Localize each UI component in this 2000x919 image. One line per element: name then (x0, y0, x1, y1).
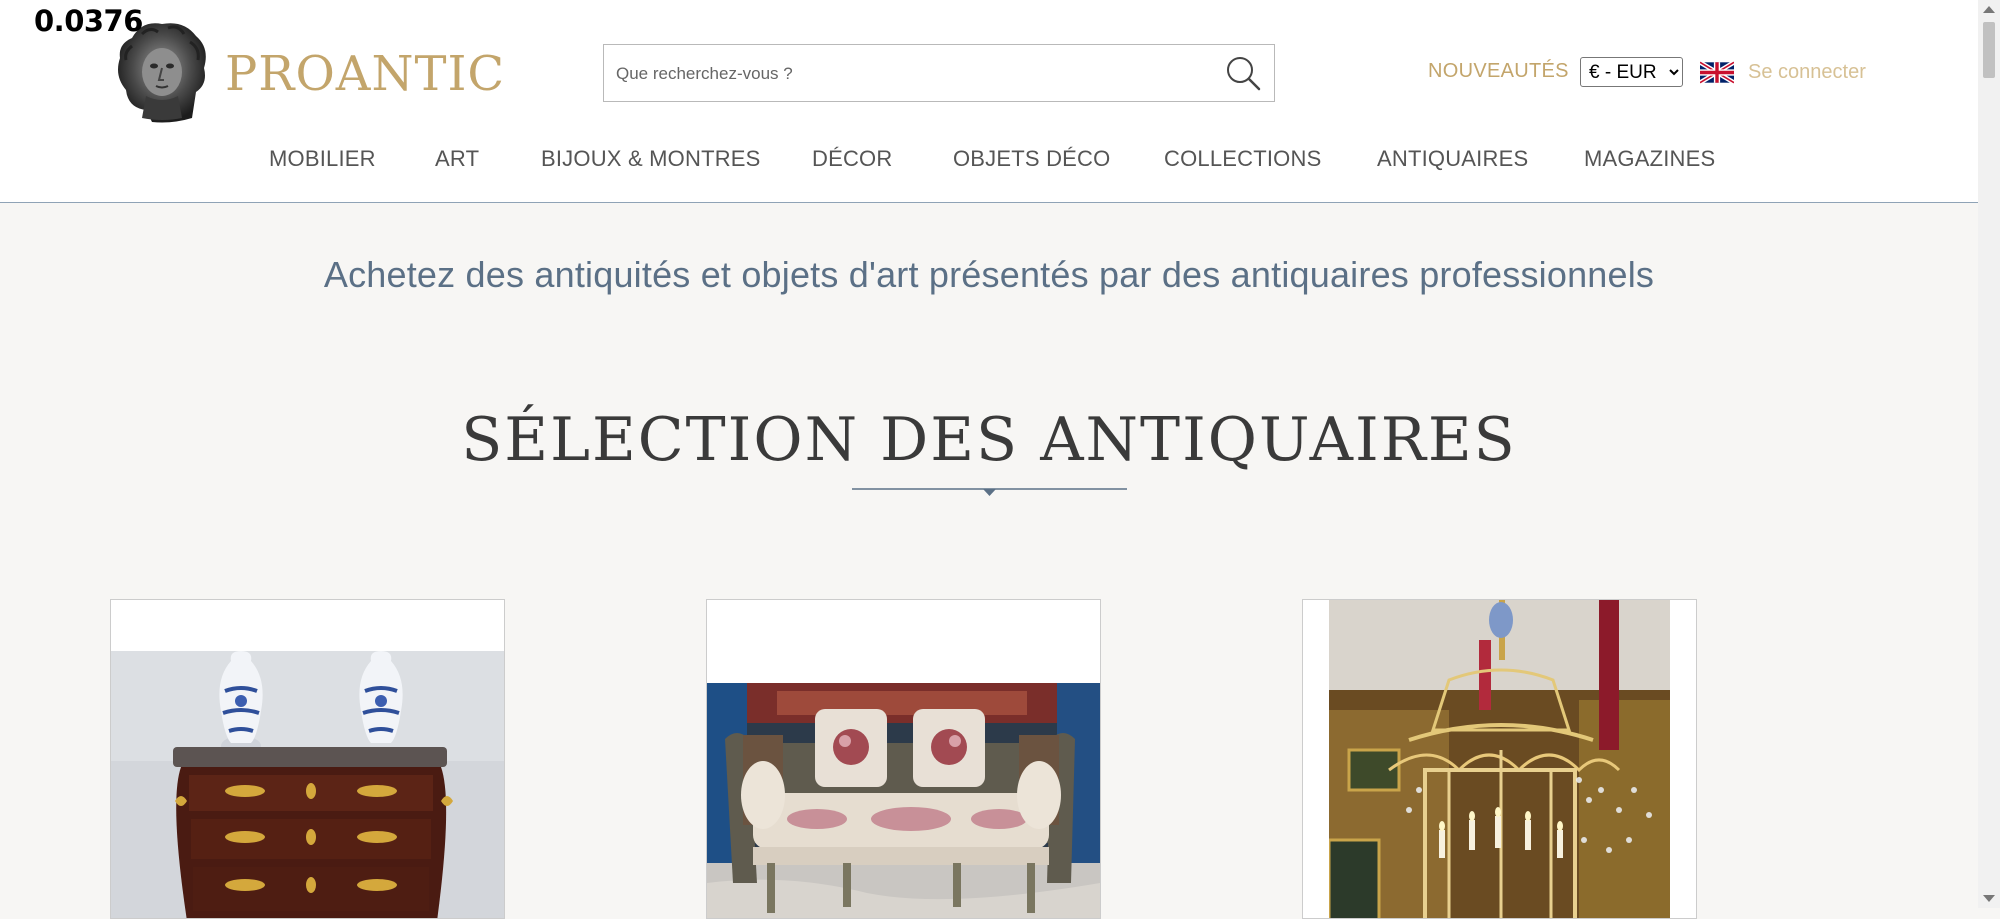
main-nav: MOBILIER ART BIJOUX & MONTRES DÉCOR OBJE… (0, 146, 1978, 180)
page-tagline: Achetez des antiquités et objets d'art p… (323, 254, 1655, 295)
uk-flag-icon[interactable] (1700, 60, 1734, 85)
nav-item-magazines[interactable]: MAGAZINES (1584, 146, 1715, 172)
scrollbar-thumb[interactable] (1983, 22, 1995, 78)
scroll-down-arrow-icon[interactable] (1983, 895, 1995, 902)
scroll-up-arrow-icon[interactable] (1983, 6, 1995, 13)
nav-item-bijoux-montres[interactable]: BIJOUX & MONTRES (541, 146, 761, 172)
nav-item-antiquaires[interactable]: ANTIQUAIRES (1377, 146, 1528, 172)
nav-item-mobilier[interactable]: MOBILIER (269, 146, 376, 172)
site-header: PROANTIC NOUVEAUTÉS € - EUR Se connecter… (0, 0, 1978, 203)
product-card-chandelier[interactable] (1302, 599, 1697, 919)
search-input[interactable] (614, 45, 1208, 103)
product-card-sofa[interactable] (706, 599, 1101, 919)
overlay-score: 0.0376 (34, 4, 143, 38)
nav-item-objets-deco[interactable]: OBJETS DÉCO (953, 146, 1110, 172)
sofa-image (707, 683, 1100, 918)
nav-item-collections[interactable]: COLLECTIONS (1164, 146, 1321, 172)
search-icon[interactable] (1224, 54, 1262, 92)
brand-name[interactable]: PROANTIC (225, 44, 505, 104)
currency-select[interactable]: € - EUR (1580, 57, 1683, 87)
nav-item-art[interactable]: ART (435, 146, 479, 172)
nav-item-decor[interactable]: DÉCOR (812, 146, 892, 172)
login-link[interactable]: Se connecter (1748, 61, 1866, 84)
nouveautes-link[interactable]: NOUVEAUTÉS (1428, 60, 1569, 83)
section-title: SÉLECTION DES ANTIQUAIRES (461, 405, 1517, 475)
vertical-scrollbar[interactable] (1978, 0, 2000, 908)
commode-image (111, 651, 504, 918)
title-divider (852, 488, 1127, 496)
product-card-commode[interactable] (110, 599, 505, 919)
search-box (603, 44, 1275, 103)
chandelier-image (1329, 600, 1670, 918)
